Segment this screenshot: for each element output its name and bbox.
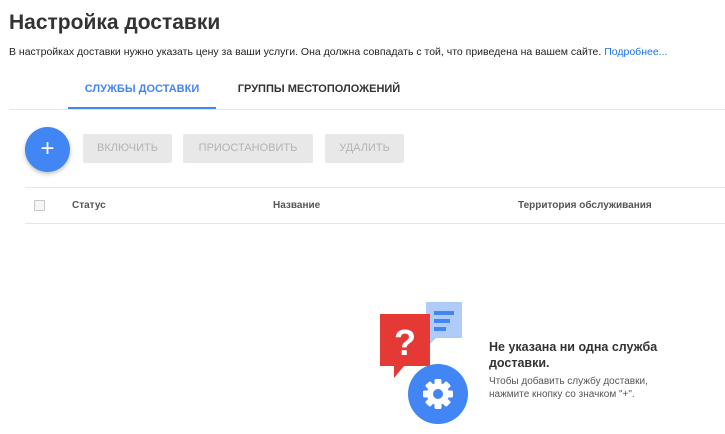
column-status[interactable]: Статус (72, 188, 106, 223)
enable-button[interactable]: ВКЛЮЧИТЬ (83, 134, 172, 163)
svg-text:?: ? (394, 322, 416, 363)
delete-button[interactable]: УДАЛИТЬ (325, 134, 404, 163)
empty-state-illustration: ? (380, 302, 468, 424)
add-service-button[interactable]: + (25, 127, 70, 172)
empty-state-title: Не указана ни одна служба доставки. (489, 340, 658, 370)
document-lines-icon (426, 302, 462, 348)
intro-description: В настройках доставки нужно указать цену… (9, 46, 602, 58)
tab-delivery-services[interactable]: СЛУЖБЫ ДОСТАВКИ (68, 70, 216, 109)
column-service-area[interactable]: Территория обслуживания (518, 188, 652, 223)
tab-bar: СЛУЖБЫ ДОСТАВКИ ГРУППЫ МЕСТОПОЛОЖЕНИЙ (9, 70, 725, 110)
learn-more-link[interactable]: Подробнее... (604, 46, 667, 58)
page-title: Настройка доставки (9, 11, 221, 34)
pause-button[interactable]: ПРИОСТАНОВИТЬ (183, 134, 313, 163)
empty-state-hint: Чтобы добавить службу доставки, нажмите … (489, 376, 648, 400)
intro-text: В настройках доставки нужно указать цену… (9, 46, 667, 58)
column-name[interactable]: Название (273, 188, 320, 223)
table-header: Статус Название Территория обслуживания (25, 187, 725, 224)
gear-icon (408, 364, 468, 424)
tab-location-groups[interactable]: ГРУППЫ МЕСТОПОЛОЖЕНИЙ (223, 70, 415, 108)
plus-icon: + (40, 135, 55, 162)
select-all-checkbox[interactable] (34, 200, 45, 211)
